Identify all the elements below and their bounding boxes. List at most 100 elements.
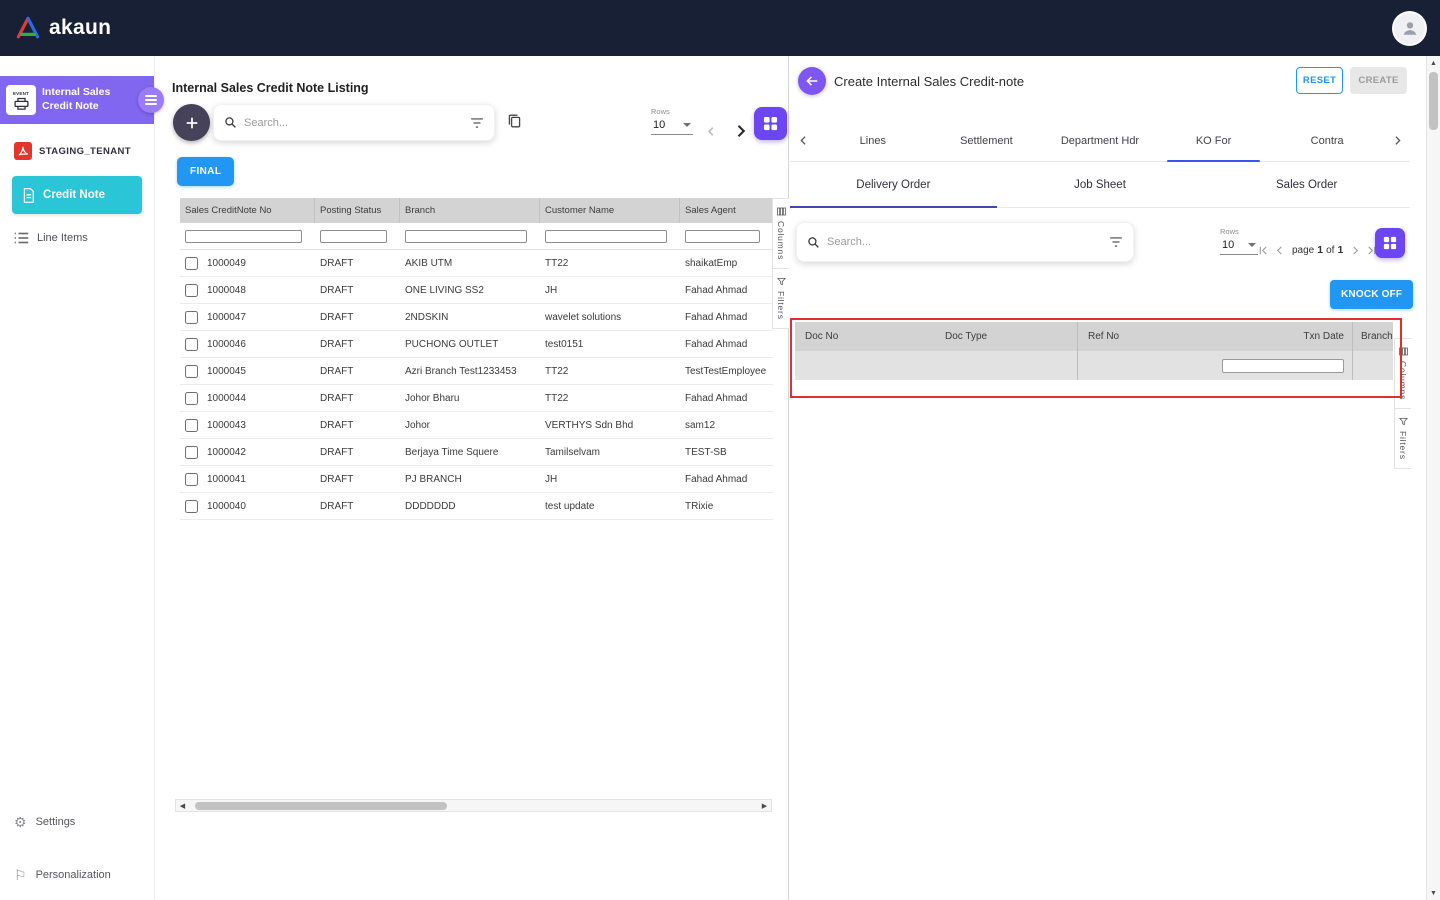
filter-input-sales-agent[interactable] xyxy=(685,230,760,243)
first-page-button[interactable] xyxy=(1258,245,1269,256)
row-checkbox[interactable] xyxy=(185,419,198,432)
columns-side-tab[interactable]: Columns xyxy=(772,198,789,269)
subtab-sales-order[interactable]: Sales Order xyxy=(1203,162,1410,207)
scrollbar-thumb[interactable] xyxy=(1429,72,1438,130)
table-row[interactable]: 1000043 DRAFT Johor VERTHYS Sdn Bhd sam1… xyxy=(180,412,773,439)
table-row[interactable]: 1000046 DRAFT PUCHONG OUTLET test0151 Fa… xyxy=(180,331,773,358)
detail-tabs: Lines Settlement Department Hdr KO For C… xyxy=(816,120,1384,161)
table-row[interactable]: 1000041 DRAFT PJ BRANCH JH Fahad Ahmad xyxy=(180,466,773,493)
cell-branch: PUCHONG OUTLET xyxy=(400,339,540,350)
listing-next-page-button[interactable] xyxy=(731,122,749,140)
create-button[interactable]: CREATE xyxy=(1350,67,1407,94)
column-header-txn-date[interactable]: Txn Date xyxy=(1227,322,1352,351)
column-header-sales-agent[interactable]: Sales Agent xyxy=(680,198,773,223)
filter-input-credit-note-no[interactable] xyxy=(185,230,302,243)
final-filter-button[interactable]: FINAL xyxy=(177,157,234,186)
sidebar-item-line-items[interactable]: Line Items xyxy=(14,232,154,244)
listing-prev-page-button[interactable] xyxy=(704,124,719,139)
tab-department-hdr[interactable]: Department Hdr xyxy=(1043,120,1157,161)
row-checkbox[interactable] xyxy=(185,338,198,351)
filter-input-customer-name[interactable] xyxy=(545,230,667,243)
row-checkbox[interactable] xyxy=(185,473,198,486)
apps-grid-button[interactable] xyxy=(1375,228,1405,258)
cell-sales-agent: Fahad Ahmad xyxy=(680,339,773,350)
column-header-ref-no[interactable]: Ref No xyxy=(1077,322,1227,351)
add-credit-note-button[interactable] xyxy=(173,104,210,141)
tabs-scroll-right-button[interactable] xyxy=(1384,120,1410,161)
tab-settlement[interactable]: Settlement xyxy=(930,120,1044,161)
tab-ko-for[interactable]: KO For xyxy=(1157,120,1271,161)
table-row[interactable]: 1000048 DRAFT ONE LIVING SS2 JH Fahad Ah… xyxy=(180,277,773,304)
sidebar-item-credit-note[interactable]: Credit Note xyxy=(12,176,142,214)
reset-button[interactable]: RESET xyxy=(1296,67,1343,94)
table-row[interactable]: 1000040 DRAFT DDDDDDD test update TRixie xyxy=(180,493,773,520)
back-button[interactable] xyxy=(798,67,826,95)
column-header-branch[interactable]: Branch xyxy=(400,198,540,223)
prev-page-button[interactable] xyxy=(1274,245,1285,256)
scrollbar-track[interactable] xyxy=(189,800,758,811)
sidebar-footer: ⚙ Settings ⚐ Personalization xyxy=(0,809,154,888)
columns-side-tab[interactable]: Columns xyxy=(1394,338,1411,409)
scrollbar-thumb[interactable] xyxy=(195,802,447,810)
sidebar-item-settings[interactable]: ⚙ Settings xyxy=(0,809,154,835)
page-total: 1 xyxy=(1337,244,1343,256)
scroll-right-arrow[interactable]: ▶ xyxy=(758,800,771,811)
filter-input-posting-status[interactable] xyxy=(320,230,387,243)
column-header-credit-note-no[interactable]: Sales CreditNote No xyxy=(180,198,315,223)
filter-list-icon[interactable] xyxy=(470,117,484,129)
row-checkbox[interactable] xyxy=(185,392,198,405)
filters-side-tab[interactable]: Filters xyxy=(772,269,789,329)
module-menu-button[interactable] xyxy=(138,87,164,113)
column-header-doc-no[interactable]: Doc No xyxy=(795,331,935,342)
module-header[interactable]: EVENT Internal Sales Credit Note xyxy=(0,76,154,124)
column-header-posting-status[interactable]: Posting Status xyxy=(315,198,400,223)
cell-sales-agent: shaikatEmp xyxy=(680,258,773,269)
column-header-doc-type[interactable]: Doc Type xyxy=(935,322,1077,351)
tenant-row[interactable]: STAGING_TENANT xyxy=(14,142,154,160)
table-row[interactable]: 1000045 DRAFT Azri Branch Test1233453 TT… xyxy=(180,358,773,385)
subtab-job-sheet[interactable]: Job Sheet xyxy=(997,162,1204,207)
user-avatar[interactable] xyxy=(1394,13,1425,44)
row-checkbox[interactable] xyxy=(185,500,198,513)
knockoff-search-input[interactable] xyxy=(827,236,1102,248)
row-checkbox[interactable] xyxy=(185,365,198,378)
filter-input-txn-date[interactable] xyxy=(1222,359,1344,373)
plus-icon xyxy=(184,115,200,131)
row-checkbox[interactable] xyxy=(185,284,198,297)
table-row[interactable]: 1000049 DRAFT AKIB UTM TT22 shaikatEmp xyxy=(180,250,773,277)
tabs-scroll-left-button[interactable] xyxy=(790,120,816,161)
row-checkbox[interactable] xyxy=(185,257,198,270)
sidebar-item-personalization[interactable]: ⚐ Personalization xyxy=(0,862,154,888)
tab-contra[interactable]: Contra xyxy=(1270,120,1384,161)
scroll-down-arrow[interactable]: ▼ xyxy=(1427,886,1440,900)
cell-credit-note-no: 1000040 xyxy=(207,501,246,512)
row-checkbox[interactable] xyxy=(185,446,198,459)
subtab-delivery-order[interactable]: Delivery Order xyxy=(790,162,997,207)
tab-lines[interactable]: Lines xyxy=(816,120,930,161)
cell-posting-status: DRAFT xyxy=(315,474,400,485)
column-header-customer-name[interactable]: Customer Name xyxy=(540,198,680,223)
filter-list-icon[interactable] xyxy=(1109,236,1123,248)
module-badge: EVENT xyxy=(13,91,29,96)
rows-per-page-select[interactable]: 10 xyxy=(1220,238,1258,255)
row-checkbox[interactable] xyxy=(185,311,198,324)
next-page-button[interactable] xyxy=(1350,245,1361,256)
filter-input-branch[interactable] xyxy=(405,230,527,243)
duplicate-icon[interactable] xyxy=(507,113,522,129)
knock-off-button[interactable]: KNOCK OFF xyxy=(1330,280,1413,309)
scroll-up-arrow[interactable]: ▲ xyxy=(1427,56,1440,70)
scroll-left-arrow[interactable]: ◀ xyxy=(176,800,189,811)
cell-customer-name: TT22 xyxy=(540,366,680,377)
cell-customer-name: TT22 xyxy=(540,258,680,269)
table-row[interactable]: 1000047 DRAFT 2NDSKIN wavelet solutions … xyxy=(180,304,773,331)
filters-side-tab[interactable]: Filters xyxy=(1394,409,1411,469)
rows-per-page-select[interactable]: 10 xyxy=(651,118,693,135)
table-row[interactable]: 1000042 DRAFT Berjaya Time Squere Tamils… xyxy=(180,439,773,466)
cell-posting-status: DRAFT xyxy=(315,501,400,512)
listing-search-input[interactable] xyxy=(244,117,463,129)
table-row[interactable]: 1000044 DRAFT Johor Bharu TT22 Fahad Ahm… xyxy=(180,385,773,412)
apps-grid-button[interactable] xyxy=(754,107,787,140)
column-header-branch[interactable]: Branch xyxy=(1352,322,1393,351)
cell-credit-note-no: 1000044 xyxy=(207,393,246,404)
scrollbar-track[interactable] xyxy=(1427,70,1440,886)
